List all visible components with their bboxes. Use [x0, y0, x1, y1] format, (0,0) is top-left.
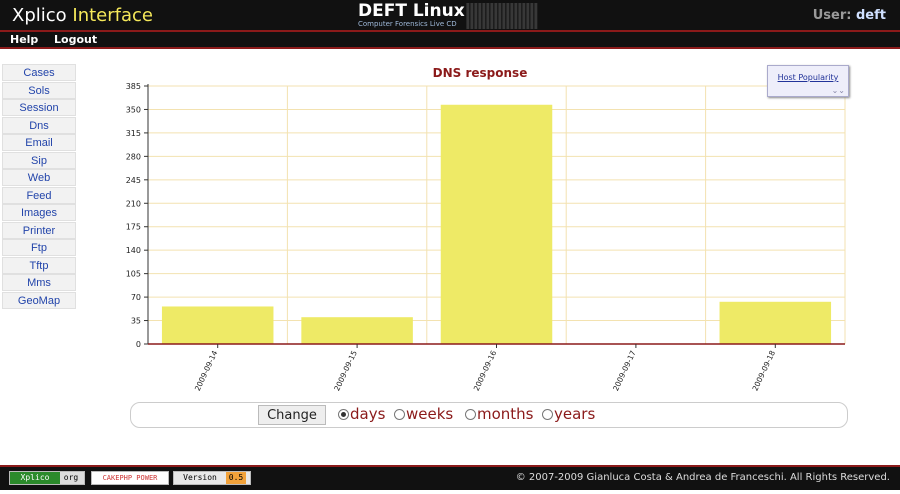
- chart-bar: [161, 306, 274, 344]
- user-info: User: deft: [813, 8, 886, 23]
- cakephp-badge[interactable]: CAKEPHP POWER: [91, 471, 169, 485]
- radio-months[interactable]: months: [465, 405, 534, 423]
- y-tick-label: 70: [131, 293, 141, 302]
- y-tick-label: 0: [136, 340, 141, 349]
- y-tick-label: 280: [126, 152, 141, 161]
- x-tick-label: 2009-09-18: [751, 349, 778, 392]
- x-tick-label: 2009-09-17: [611, 349, 638, 392]
- host-popularity-label: Host Popularity: [777, 73, 839, 82]
- footer-bar: Xplico org CAKEPHP POWER Version 0.5 © 200…: [0, 465, 900, 490]
- radio-dot: [394, 409, 405, 420]
- radio-dot: [338, 409, 349, 420]
- y-tick-label: 245: [126, 176, 141, 185]
- chevron-down-icon: ⌄⌄: [831, 86, 845, 95]
- sidebar-item-printer[interactable]: Printer: [2, 221, 76, 239]
- chart-canvas: 0 35 70 105 140 175 210 245 280 315 350 385 2009-09-…: [126, 82, 846, 392]
- sidebar-item-ftp[interactable]: Ftp: [2, 239, 76, 256]
- y-tick-label: 140: [126, 246, 141, 255]
- user-label: User:: [812, 8, 852, 23]
- deft-subtitle: Computer Forensics Live CD: [358, 20, 457, 28]
- chart-bar: [301, 317, 413, 344]
- sidebar-item-cases[interactable]: Cases: [2, 64, 76, 81]
- dns-chart: DNS response 0 35 70 105 140 175 210 245 280 315 3…: [100, 62, 860, 392]
- sidebar-item-dns[interactable]: Dns: [2, 116, 76, 134]
- sidebar-item-email[interactable]: Email: [2, 134, 76, 151]
- header-bar: Xplico Interface DEFT Linux Computer For…: [0, 0, 900, 32]
- sidebar-item-sols[interactable]: Sols: [2, 81, 76, 99]
- sidebar-item-mms[interactable]: Mms: [2, 274, 76, 291]
- menu-bar: Help Logout: [0, 32, 900, 49]
- y-tick-label: 35: [131, 317, 141, 326]
- y-tick-label: 385: [126, 82, 141, 91]
- xplico-badge[interactable]: Xplico org: [9, 471, 85, 485]
- host-popularity-link[interactable]: Host Popularity ⌄⌄: [767, 65, 849, 97]
- radio-days[interactable]: days: [338, 405, 385, 423]
- x-tick-label: 2009-09-16: [472, 349, 499, 392]
- chart-bar: [719, 301, 832, 344]
- y-tick-label: 315: [126, 129, 141, 138]
- change-button[interactable]: Change: [258, 405, 326, 425]
- y-tick-label: 350: [126, 105, 141, 114]
- radio-dot: [542, 409, 553, 420]
- sidebar-item-tftp[interactable]: Tftp: [2, 256, 76, 274]
- sidebar-item-geomap[interactable]: GeoMap: [2, 291, 76, 309]
- deft-decoration: [466, 3, 538, 29]
- sidebar-item-sip[interactable]: Sip: [2, 151, 76, 169]
- radio-dot: [465, 409, 476, 420]
- y-tick-label: 105: [126, 270, 141, 279]
- user-name: deft: [856, 8, 886, 23]
- sidebar-item-images[interactable]: Images: [2, 204, 76, 221]
- y-tick-label: 175: [126, 223, 141, 232]
- deft-logo: DEFT Linux Computer Forensics Live CD: [358, 2, 465, 29]
- y-tick-label: 210: [126, 199, 141, 208]
- x-tick-label: 2009-09-14: [193, 349, 220, 392]
- radio-weeks[interactable]: weeks: [394, 405, 453, 423]
- version-badge: Version 0.5: [173, 471, 251, 485]
- sidebar-item-web[interactable]: Web: [2, 169, 76, 186]
- sidebar: Cases Sols Session Dns Email Sip Web Fee…: [2, 64, 76, 309]
- period-controls: Change days weeks months years: [130, 402, 848, 428]
- sidebar-item-session[interactable]: Session: [2, 99, 76, 116]
- chart-bar: [440, 104, 553, 344]
- copyright-text: © 2007-2009 Gianluca Costa & Andrea de F…: [515, 472, 890, 483]
- radio-years[interactable]: years: [542, 405, 595, 423]
- help-link[interactable]: Help: [10, 33, 38, 46]
- app-logo: Xplico Interface: [12, 5, 153, 26]
- deft-title: DEFT Linux: [358, 1, 465, 21]
- x-tick-label: 2009-09-15: [332, 349, 359, 392]
- logout-link[interactable]: Logout: [54, 33, 97, 46]
- sidebar-item-feed[interactable]: Feed: [2, 186, 76, 204]
